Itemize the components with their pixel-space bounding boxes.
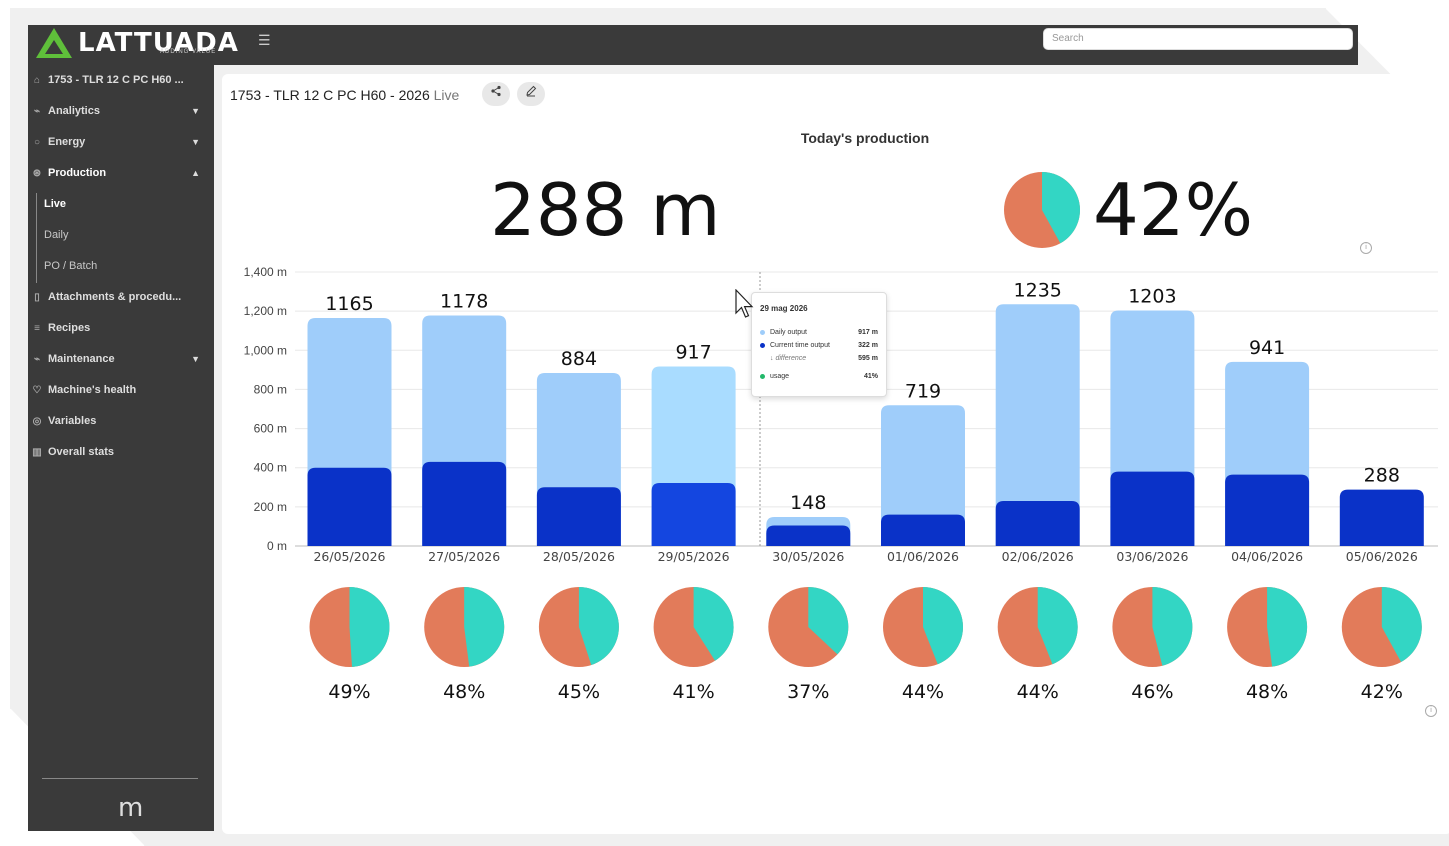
x-tick-label: 04/06/2026 <box>1231 549 1303 564</box>
tooltip-label: Current time output <box>770 342 830 349</box>
bar-current-output <box>1225 474 1310 546</box>
bar-current-output <box>995 500 1080 546</box>
tooltip-row: Current time output 322 m <box>760 342 878 349</box>
pie-usage-slice <box>349 587 390 667</box>
bar-value-label: 917 <box>675 342 711 364</box>
bar-value-label: 884 <box>561 348 597 370</box>
usage-percent-label: 44% <box>902 681 944 703</box>
tooltip-row: usage 41% <box>760 373 878 380</box>
tooltip-value: 41% <box>863 373 878 380</box>
x-tick-label: 03/06/2026 <box>1116 549 1188 564</box>
legend-dot <box>760 356 765 361</box>
tooltip-row: Daily output 917 m <box>760 329 878 336</box>
x-tick-label: 27/05/2026 <box>428 549 500 564</box>
chart-tooltip: 29 mag 2026 Daily output 917 m Current t… <box>751 292 887 397</box>
tooltip-label: Daily output <box>770 329 807 336</box>
usage-percent-label: 48% <box>1246 681 1288 703</box>
bar-value-label: 1203 <box>1128 286 1176 308</box>
pie-usage-slice <box>1267 587 1308 667</box>
x-tick-label: 29/05/2026 <box>658 549 730 564</box>
tooltip-value: 917 m <box>858 329 878 336</box>
bar-value-label: 1235 <box>1014 279 1062 301</box>
usage-percent-label: 41% <box>672 681 714 703</box>
y-tick-label: 1,200 m <box>244 304 287 318</box>
bar-current-output <box>422 461 507 546</box>
bar-value-label: 941 <box>1249 337 1285 359</box>
usage-percent-label: 48% <box>443 681 485 703</box>
usage-percent-label: 42% <box>1361 681 1403 703</box>
y-tick-label: 600 m <box>254 422 287 436</box>
usage-percent-label: 37% <box>787 681 829 703</box>
tooltip-label: ↓ difference <box>770 355 807 362</box>
y-tick-label: 1,400 m <box>244 265 287 279</box>
bar-value-label: 1165 <box>325 293 373 315</box>
x-tick-label: 28/05/2026 <box>543 549 615 564</box>
bar-value-label: 288 <box>1364 465 1400 487</box>
bar-current-output <box>307 467 392 546</box>
legend-dot <box>760 330 765 335</box>
bar-current-output <box>536 487 621 546</box>
x-tick-label: 26/05/2026 <box>313 549 385 564</box>
tooltip-value: 595 m <box>858 355 878 362</box>
x-tick-label: 02/06/2026 <box>1002 549 1074 564</box>
bar-current-output <box>1339 489 1424 546</box>
usage-percent-label: 45% <box>558 681 600 703</box>
bar-value-label: 719 <box>905 380 941 402</box>
x-tick-label: 05/06/2026 <box>1346 549 1418 564</box>
x-tick-label: 30/05/2026 <box>772 549 844 564</box>
usage-percent-label: 46% <box>1131 681 1173 703</box>
bar-value-label: 1178 <box>440 290 488 312</box>
pie-usage-slice <box>464 587 505 667</box>
bar-current-output <box>1110 471 1195 546</box>
production-chart: 0 m 200 m 400 m 600 m 800 m 1,000 m 1,200 m 1,4… <box>244 172 1438 703</box>
y-tick-label: 0 m <box>267 539 287 553</box>
legend-dot <box>760 343 765 348</box>
y-tick-label: 400 m <box>254 461 287 475</box>
bar-current-output <box>766 525 851 546</box>
usage-percent-label: 49% <box>328 681 370 703</box>
tooltip-value: 322 m <box>858 342 878 349</box>
tooltip-label: usage <box>770 373 790 380</box>
tooltip-row: ↓ difference 595 m <box>760 355 878 362</box>
usage-percent-label: 44% <box>1017 681 1059 703</box>
y-tick-label: 200 m <box>254 500 287 514</box>
y-tick-label: 800 m <box>254 382 287 396</box>
bar-current-output <box>881 514 965 546</box>
x-tick-label: 01/06/2026 <box>887 549 959 564</box>
bar-value-label: 148 <box>790 492 826 514</box>
bar-current-output <box>651 482 736 546</box>
y-tick-label: 1,000 m <box>244 343 287 357</box>
mouse-cursor-icon <box>735 289 754 318</box>
legend-dot <box>760 374 765 379</box>
tooltip-date: 29 mag 2026 <box>760 304 808 313</box>
